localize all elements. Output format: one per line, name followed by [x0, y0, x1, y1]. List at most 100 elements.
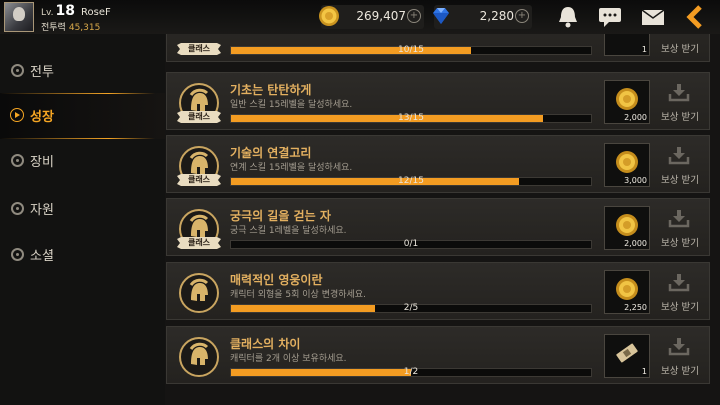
achievement-row: 매력적인 영웅이란 캐릭터 외형을 5회 이상 변경하세요. 2/5 2,250… [166, 262, 710, 320]
claim-label: 보상 받기 [661, 112, 699, 123]
mail-icon[interactable] [639, 4, 667, 30]
download-icon [668, 147, 690, 165]
progress-text: 1/2 [403, 367, 419, 377]
back-arrow-icon[interactable] [682, 4, 710, 30]
sidebar-item-label: 전투 [30, 65, 54, 80]
achievement-description: 캐릭터를 2개 이상 보유하세요. [230, 354, 347, 364]
bell-icon[interactable] [554, 4, 582, 30]
download-icon [668, 274, 690, 292]
add-gem-button[interactable]: + [515, 9, 529, 23]
reward-amount: 1 [641, 367, 647, 376]
level-number: 18 [55, 3, 75, 19]
achievement-title: 매력적인 영웅이란 [230, 273, 323, 287]
achievement-description: 일반 스킬 15레벨을 달성하세요. [230, 100, 353, 110]
reward-slot[interactable]: 2,000 [604, 206, 650, 250]
progress-bar: 12/15 [230, 177, 592, 186]
claim-label: 보상 받기 [661, 175, 699, 186]
sidebar-item-social[interactable]: 소셜 [0, 232, 165, 278]
achievement-list[interactable]: 클래스 10/15 1 보상 받기 클래스 기초는 탄탄하게 일반 스킬 15레… [166, 34, 720, 405]
claim-reward-button[interactable]: 보상 받기 [655, 144, 705, 188]
radio-icon [11, 154, 24, 167]
progress-text: 10/15 [398, 45, 424, 55]
gem-amount: 2,280 [479, 9, 514, 23]
achievement-title: 궁극의 길을 걷는 자 [230, 209, 331, 223]
sidebar-item-resources[interactable]: 자원 [0, 186, 165, 232]
add-gold-button[interactable]: + [407, 9, 421, 23]
sidebar-item-label: 성장 [30, 110, 54, 125]
claim-label: 보상 받기 [661, 44, 699, 55]
progress-text: 13/15 [398, 113, 424, 123]
reward-slot[interactable]: 3,000 [604, 143, 650, 187]
class-tag-text: 클래스 [187, 238, 211, 247]
achievement-description: 캐릭터 외형을 5회 이상 변경하세요. [230, 290, 366, 300]
achievement-row: 클래스 기초는 탄탄하게 일반 스킬 15레벨을 달성하세요. 13/15 2,… [166, 72, 710, 130]
sidebar-item-combat[interactable]: 전투 [0, 48, 165, 94]
class-tag: 클래스 [177, 237, 221, 249]
achievement-description: 연계 스킬 15레벨을 달성하세요. [230, 163, 353, 173]
radio-icon [11, 64, 24, 77]
gold-coin-icon [616, 88, 638, 110]
reward-amount: 2,000 [624, 239, 647, 248]
reward-slot[interactable]: 1 [604, 334, 650, 378]
gold-coin-icon [616, 151, 638, 173]
class-tag: 클래스 [177, 174, 221, 186]
claim-reward-button[interactable]: 보상 받기 [655, 81, 705, 125]
radio-icon [11, 202, 24, 215]
progress-text: 12/15 [398, 176, 424, 186]
chat-icon[interactable] [596, 4, 624, 30]
radio-icon [11, 248, 24, 261]
reward-amount: 2,250 [624, 303, 647, 312]
sidebar-item-growth[interactable]: 성장 [0, 93, 165, 139]
reward-slot[interactable]: 2,000 [604, 80, 650, 124]
achievement-row: 클래스 궁극의 길을 걷는 자 궁극 스킬 1레벨을 달성하세요. 0/1 2,… [166, 198, 710, 256]
reward-amount: 2,000 [624, 113, 647, 122]
category-sidebar: 전투 성장 장비 자원 소셜 [0, 34, 165, 405]
claim-reward-button[interactable]: 보상 받기 [655, 271, 705, 315]
achievement-row: 클래스 10/15 1 보상 받기 [166, 34, 710, 62]
sidebar-item-equipment[interactable]: 장비 [0, 138, 165, 184]
progress-bar: 0/1 [230, 240, 592, 249]
level-prefix: Lv. [41, 8, 54, 18]
class-tag: 클래스 [177, 43, 221, 55]
player-avatar[interactable] [4, 2, 34, 32]
combat-power: 전투력 45,315 [41, 20, 100, 33]
gold-coin-icon [616, 278, 638, 300]
claim-reward-button[interactable]: 보상 받기 [655, 335, 705, 379]
combat-power-label: 전투력 [41, 23, 66, 33]
top-bar: Lv. 18 RoseF 전투력 45,315 269,407 + 2,280 + [0, 0, 720, 34]
reward-slot[interactable]: 1 [604, 34, 650, 56]
ticket-icon [616, 343, 638, 363]
progress-bar: 10/15 [230, 46, 592, 55]
claim-reward-button[interactable]: 보상 받기 [655, 207, 705, 251]
achievement-row: 클래스의 차이 캐릭터를 2개 이상 보유하세요. 1/2 1 보상 받기 [166, 326, 710, 384]
gold-amount: 269,407 [356, 9, 406, 23]
achievement-title: 기초는 탄탄하게 [230, 83, 312, 97]
spartan-helmet-icon [179, 273, 219, 313]
class-tag-text: 클래스 [187, 112, 211, 121]
progress-bar: 1/2 [230, 368, 592, 377]
sidebar-item-label: 장비 [30, 155, 54, 170]
spartan-helmet-icon [179, 337, 219, 377]
reward-amount: 3,000 [624, 176, 647, 185]
sidebar-item-label: 자원 [30, 203, 54, 218]
claim-label: 보상 받기 [661, 238, 699, 249]
progress-text: 0/1 [403, 239, 419, 249]
achievement-title: 클래스의 차이 [230, 337, 301, 351]
reward-slot[interactable]: 2,250 [604, 270, 650, 314]
claim-label: 보상 받기 [661, 302, 699, 313]
class-tag: 클래스 [177, 111, 221, 123]
selected-arrow-icon [10, 108, 24, 122]
gold-coin-icon [616, 214, 638, 236]
achievement-title: 기술의 연결고리 [230, 146, 312, 160]
claim-label: 보상 받기 [661, 366, 699, 377]
sidebar-item-label: 소셜 [30, 249, 54, 264]
claim-reward-button[interactable]: 보상 받기 [655, 34, 705, 57]
progress-text: 2/5 [403, 303, 419, 313]
combat-power-value: 45,315 [68, 23, 101, 33]
achievement-row: 클래스 기술의 연결고리 연계 스킬 15레벨을 달성하세요. 12/15 3,… [166, 135, 710, 193]
class-tag-text: 클래스 [187, 44, 211, 53]
player-level: Lv. 18 RoseF [41, 3, 111, 19]
download-icon [668, 338, 690, 356]
reward-amount: 1 [641, 45, 647, 54]
progress-bar: 2/5 [230, 304, 592, 313]
